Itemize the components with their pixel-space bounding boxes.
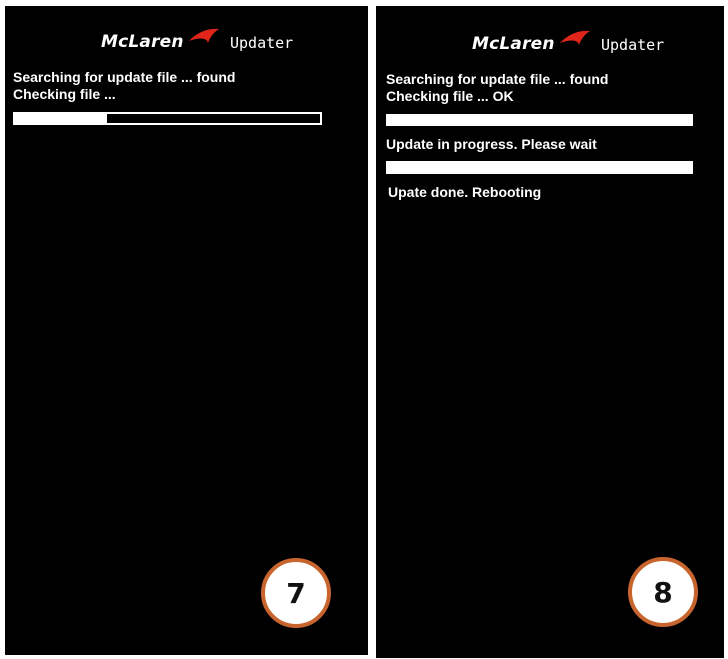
step-number-badge: 8 bbox=[628, 557, 698, 627]
updater-header: McLaren Updater bbox=[5, 28, 368, 58]
app-title: Updater bbox=[230, 34, 294, 52]
progress-bar-fill bbox=[386, 161, 693, 174]
status-line-done: Upate done. Rebooting bbox=[388, 184, 542, 200]
updater-screen-step-7: McLaren Updater Searching for update fil… bbox=[5, 6, 368, 655]
step-number-badge: 7 bbox=[261, 558, 331, 628]
updater-header: McLaren Updater bbox=[376, 28, 724, 58]
progress-bar-check bbox=[386, 114, 693, 126]
mclaren-swoosh-icon bbox=[189, 28, 219, 43]
mclaren-logo: McLaren bbox=[472, 34, 555, 54]
status-line-check-ok: Checking file ... OK bbox=[386, 88, 514, 104]
mclaren-logo: McLaren bbox=[101, 32, 184, 52]
app-title: Updater bbox=[601, 36, 665, 54]
status-line-update-progress: Update in progress. Please wait bbox=[386, 136, 597, 152]
updater-screen-step-8: McLaren Updater Searching for update fil… bbox=[376, 6, 724, 658]
progress-bar-fill bbox=[386, 114, 693, 126]
status-line-search: Searching for update file ... found bbox=[13, 69, 236, 85]
status-line-check: Checking file ... bbox=[13, 86, 116, 102]
progress-bar-update bbox=[386, 161, 693, 174]
progress-bar bbox=[13, 112, 322, 125]
mclaren-swoosh-icon bbox=[560, 30, 590, 45]
status-line-search: Searching for update file ... found bbox=[386, 71, 609, 87]
progress-bar-fill bbox=[15, 114, 107, 123]
